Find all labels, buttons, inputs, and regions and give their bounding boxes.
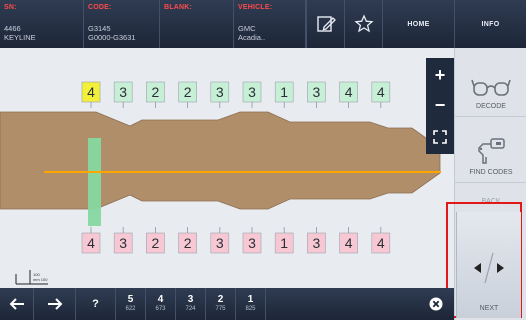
- bottom-cut-value: 2: [184, 235, 192, 251]
- arrows-icon: [474, 252, 504, 284]
- top-cut-value: 1: [280, 84, 288, 100]
- bottom-cut-value: 3: [248, 235, 256, 251]
- top-cut-value: 4: [377, 84, 385, 100]
- find-codes-label: FIND CODES: [469, 169, 513, 176]
- next-cut-button[interactable]: [34, 288, 76, 320]
- zoom-controls: + −: [426, 58, 454, 154]
- key-decoder-screen: SN: 4466 KEYLINE CODE: G3145 G0000-G3631…: [0, 0, 526, 320]
- depth-value: 724: [185, 306, 196, 312]
- depth-button-1[interactable]: 1 825: [236, 288, 266, 320]
- code-value-line2: G0000-G3631: [88, 33, 136, 42]
- key-blade: [0, 111, 441, 210]
- depth-value: 775: [215, 306, 226, 312]
- depth-number: 1: [247, 294, 254, 305]
- sn-value-line1: 4466: [4, 24, 21, 33]
- blank-field: BLANK:: [160, 0, 234, 48]
- depth-number: 4: [157, 294, 164, 305]
- clear-button[interactable]: [418, 288, 454, 320]
- top-cut-value: 3: [313, 84, 321, 100]
- top-cut-row: 4 3 2 2 3 3 1 3 4 4: [81, 81, 391, 108]
- arrow-right-icon: [47, 298, 62, 310]
- bottom-spacer: [266, 288, 418, 320]
- top-cut-value: 4: [345, 84, 353, 100]
- depth-value: 825: [245, 306, 256, 312]
- depth-button-4[interactable]: 4 673: [146, 288, 176, 320]
- scale-indicator: 100 mm 100: [15, 270, 48, 285]
- code-field: CODE: G3145 G0000-G3631: [84, 0, 160, 48]
- depth-value: 622: [125, 306, 136, 312]
- key-shoulder-stripe: [88, 138, 101, 226]
- bottom-cut-row: 4 3 2 2 3 3 1 3 4 4: [81, 227, 391, 254]
- bottom-cut-value: 3: [119, 235, 127, 251]
- depth-number: 5: [127, 294, 134, 305]
- key-search-icon: [478, 138, 505, 164]
- zoom-out-button[interactable]: −: [426, 90, 454, 120]
- arrow-left-icon: [9, 298, 24, 310]
- bottom-cut-value: 1: [280, 235, 288, 251]
- bottom-cut-value: 3: [313, 235, 321, 251]
- top-cut-value: 2: [184, 84, 192, 100]
- bottom-cut-value: 2: [152, 235, 160, 251]
- unknown-depth-label: ?: [92, 298, 99, 310]
- depth-number: 3: [187, 294, 194, 305]
- next-button[interactable]: NEXT: [456, 212, 521, 318]
- edit-icon: [316, 16, 336, 32]
- sn-value-line2: KEYLINE: [4, 33, 36, 42]
- find-codes-button[interactable]: FIND CODES: [455, 118, 526, 183]
- next-highlight-frame: NEXT: [446, 202, 522, 318]
- depth-number: 2: [217, 294, 224, 305]
- home-button[interactable]: HOME: [382, 0, 454, 48]
- depth-value: 673: [155, 306, 166, 312]
- bottom-toolbar: ? 5 622 4 673 3 724 2 775 1 825: [0, 288, 454, 320]
- top-cut-value: 2: [152, 84, 160, 100]
- plus-icon: +: [434, 64, 446, 85]
- vehicle-label: VEHICLE:: [238, 4, 273, 11]
- star-icon: [353, 14, 374, 33]
- vehicle-field: VEHICLE: GMC Acadia..: [234, 0, 306, 48]
- glasses-icon: [471, 79, 511, 96]
- minus-icon: −: [434, 94, 446, 115]
- sn-field: SN: 4466 KEYLINE: [0, 0, 84, 48]
- key-drawing-area: 4 3 2 2 3 3 1 3 4 4 4 3 2 2 3 3 1 3 4 4 100 mm 100: [0, 48, 454, 288]
- vehicle-value-line1: GMC: [238, 24, 256, 33]
- top-cut-value: 3: [248, 84, 256, 100]
- code-value-line1: G3145: [88, 24, 111, 33]
- code-label: CODE:: [88, 4, 112, 11]
- depth-button-3[interactable]: 3 724: [176, 288, 206, 320]
- zoom-in-button[interactable]: +: [426, 60, 454, 90]
- clear-icon: [429, 297, 443, 311]
- depth-button-5[interactable]: 5 622: [116, 288, 146, 320]
- vehicle-value-line2: Acadia..: [238, 33, 266, 42]
- prev-cut-button[interactable]: [0, 288, 34, 320]
- sn-label: SN:: [4, 4, 17, 11]
- bottom-cut-value: 4: [377, 235, 385, 251]
- bottom-cut-value: 4: [87, 235, 95, 251]
- blank-label: BLANK:: [164, 4, 193, 11]
- top-cut-value: 4: [87, 84, 95, 100]
- scale-text-2: mm 100: [33, 277, 48, 282]
- top-cut-value: 3: [119, 84, 127, 100]
- favorite-button[interactable]: [344, 0, 382, 48]
- next-label: NEXT: [479, 305, 499, 312]
- header-bar: SN: 4466 KEYLINE CODE: G3145 G0000-G3631…: [0, 0, 526, 48]
- key-drawing: 4 3 2 2 3 3 1 3 4 4 4 3 2 2 3 3 1 3 4 4 100 mm 100: [0, 81, 441, 285]
- unknown-depth-button[interactable]: ?: [76, 288, 116, 320]
- fit-screen-icon: [433, 130, 447, 144]
- depth-button-2[interactable]: 2 775: [206, 288, 236, 320]
- decode-label: DECODE: [476, 103, 506, 110]
- fit-screen-button[interactable]: [426, 122, 454, 152]
- top-cut-value: 3: [216, 84, 224, 100]
- edit-button[interactable]: [306, 0, 344, 48]
- info-button[interactable]: INFO: [454, 0, 526, 48]
- bottom-cut-value: 4: [345, 235, 353, 251]
- decode-button[interactable]: DECODE: [455, 54, 526, 117]
- bottom-cut-value: 3: [216, 235, 224, 251]
